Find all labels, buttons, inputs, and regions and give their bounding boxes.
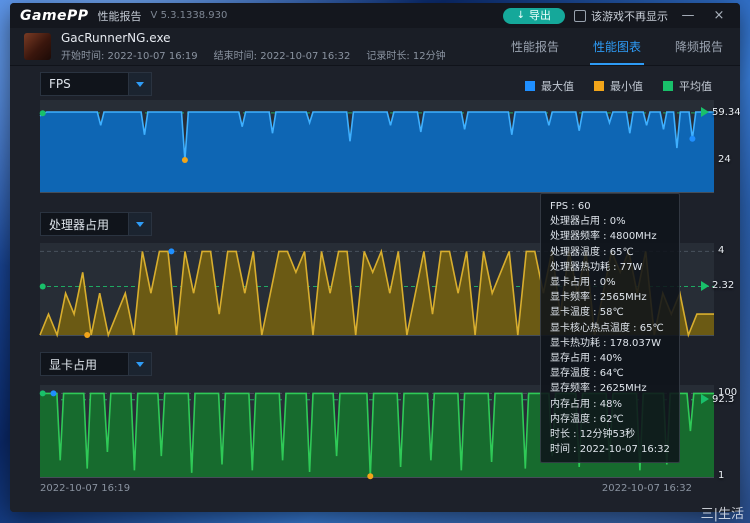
metric-selector-gpu-label: 显卡占用 (49, 357, 98, 372)
tooltip-line: 显卡温度 : 58℃ (550, 307, 624, 319)
tooltip-line: 显存频率 : 2625MHz (550, 383, 647, 395)
tooltip-line: 显存温度 : 64℃ (550, 368, 624, 380)
tooltip-line: 显卡频率 : 2565MHz (550, 292, 647, 304)
download-icon: ↓ (516, 9, 525, 21)
tab-performance-report[interactable]: 性能报告 (494, 28, 576, 65)
report-header: GacRunnerNG.exe 开始时间: 2022-10-07 16:19 结… (10, 28, 740, 66)
minimize-button[interactable]: — (677, 8, 699, 23)
tooltip-line: 显存占用 : 40% (550, 353, 622, 365)
chevron-down-icon (136, 361, 144, 367)
tooltip-line: 处理器温度 : 65℃ (550, 246, 634, 258)
tab-performance-charts[interactable]: 性能图表 (576, 28, 658, 65)
avg-arrow-icon (701, 107, 709, 118)
axis-value-label: 4 (718, 245, 725, 257)
report-tabs: 性能报告 性能图表 降频报告 (494, 28, 740, 65)
watermark: 三|生活 (700, 507, 744, 522)
tooltip-line: 内存温度 : 62℃ (550, 413, 624, 425)
title-bar: GamePP 性能报告 V 5.3.1338.930 ↓ 导出 该游戏不再显示 … (10, 3, 740, 28)
tab-throttle-report[interactable]: 降频报告 (658, 28, 740, 65)
max-swatch-icon (525, 81, 535, 91)
axis-value-label: 1 (718, 470, 725, 482)
tooltip-line: 时间 : 2022-10-07 16:32 (550, 444, 670, 456)
avg-arrow-icon (701, 394, 709, 405)
legend-item-min: 最小值 (594, 78, 643, 94)
axis-value-label: 24 (718, 154, 731, 165)
hide-game-toggle[interactable]: 该游戏不再显示 (574, 8, 668, 24)
metric-selector-fps-label: FPS (49, 77, 71, 91)
tooltip-line: 显卡占用 : 0% (550, 277, 616, 289)
chart-legend: 最大值 最小值 平均值 (525, 78, 712, 94)
tooltip-line: 处理器热功耗 : 77W (550, 261, 643, 273)
metric-selector-cpu[interactable]: 处理器占用 (40, 212, 152, 236)
tooltip: FPS : 60 处理器占用 : 0% 处理器频率 : 4800MHz 处理器温度 :… (540, 193, 680, 464)
avg-swatch-icon (663, 81, 673, 91)
app-logo: GamePP (20, 7, 89, 24)
avg-value-label: 59.34 (701, 107, 740, 118)
app-version: V 5.3.1338.930 (150, 10, 228, 21)
axis-start-time: 2022-10-07 16:19 (40, 483, 131, 494)
tooltip-line: 内存占用 : 48% (550, 398, 622, 410)
avg-value-label: 2.32 (701, 280, 734, 291)
legend-max-label: 最大值 (541, 80, 574, 93)
fps-chart[interactable]: 59.34 24 (39, 100, 740, 193)
tooltip-line: 显卡核心热点温度 : 65℃ (550, 322, 664, 334)
dropdown-button[interactable] (128, 353, 151, 375)
legend-avg-label: 平均值 (679, 80, 712, 93)
metric-selector-cpu-label: 处理器占用 (49, 217, 110, 232)
tooltip-line: 处理器占用 : 0% (550, 216, 626, 228)
tooltip-line: 时长 : 12分钟53秒 (550, 429, 636, 441)
tooltip-line: 处理器频率 : 4800MHz (550, 231, 657, 243)
tooltip-line: 显卡热功耗 : 178.037W (550, 337, 661, 349)
end-time-label: 结束时间: 2022-10-07 16:32 (213, 51, 351, 62)
window-title: 性能报告 (97, 9, 142, 23)
checkbox-icon[interactable] (574, 9, 586, 22)
legend-item-avg: 平均值 (663, 78, 712, 94)
charts-panel: 最大值 最小值 平均值 FPS 59.34 24 处理器占用 4 2.32 显卡占用… (10, 66, 740, 512)
game-icon (24, 33, 51, 60)
avg-arrow-icon (701, 280, 709, 291)
legend-min-label: 最小值 (610, 80, 643, 93)
export-button-label: 导出 (529, 8, 551, 22)
chevron-down-icon (136, 221, 144, 227)
dropdown-button[interactable] (128, 213, 151, 235)
legend-item-max: 最大值 (525, 78, 574, 94)
export-button[interactable]: ↓ 导出 (502, 7, 565, 24)
axis-end-time: 2022-10-07 16:32 (601, 483, 692, 494)
duration-label: 记录时长: 12分钟 (366, 51, 446, 62)
app-window: GamePP 性能报告 V 5.3.1338.930 ↓ 导出 该游戏不再显示 … (10, 3, 740, 512)
min-swatch-icon (594, 81, 604, 91)
chevron-down-icon (136, 81, 144, 87)
metric-selector-fps[interactable]: FPS (40, 72, 152, 96)
avg-value-label: 92.3 (701, 394, 734, 405)
start-time-label: 开始时间: 2022-10-07 16:19 (61, 51, 198, 62)
metric-selector-gpu[interactable]: 显卡占用 (40, 352, 152, 376)
dropdown-button[interactable] (128, 73, 151, 95)
close-button[interactable]: × (708, 8, 730, 23)
tooltip-line: FPS : 60 (550, 201, 591, 212)
hide-game-label: 该游戏不再显示 (591, 9, 668, 23)
process-name: GacRunnerNG.exe (61, 31, 171, 45)
